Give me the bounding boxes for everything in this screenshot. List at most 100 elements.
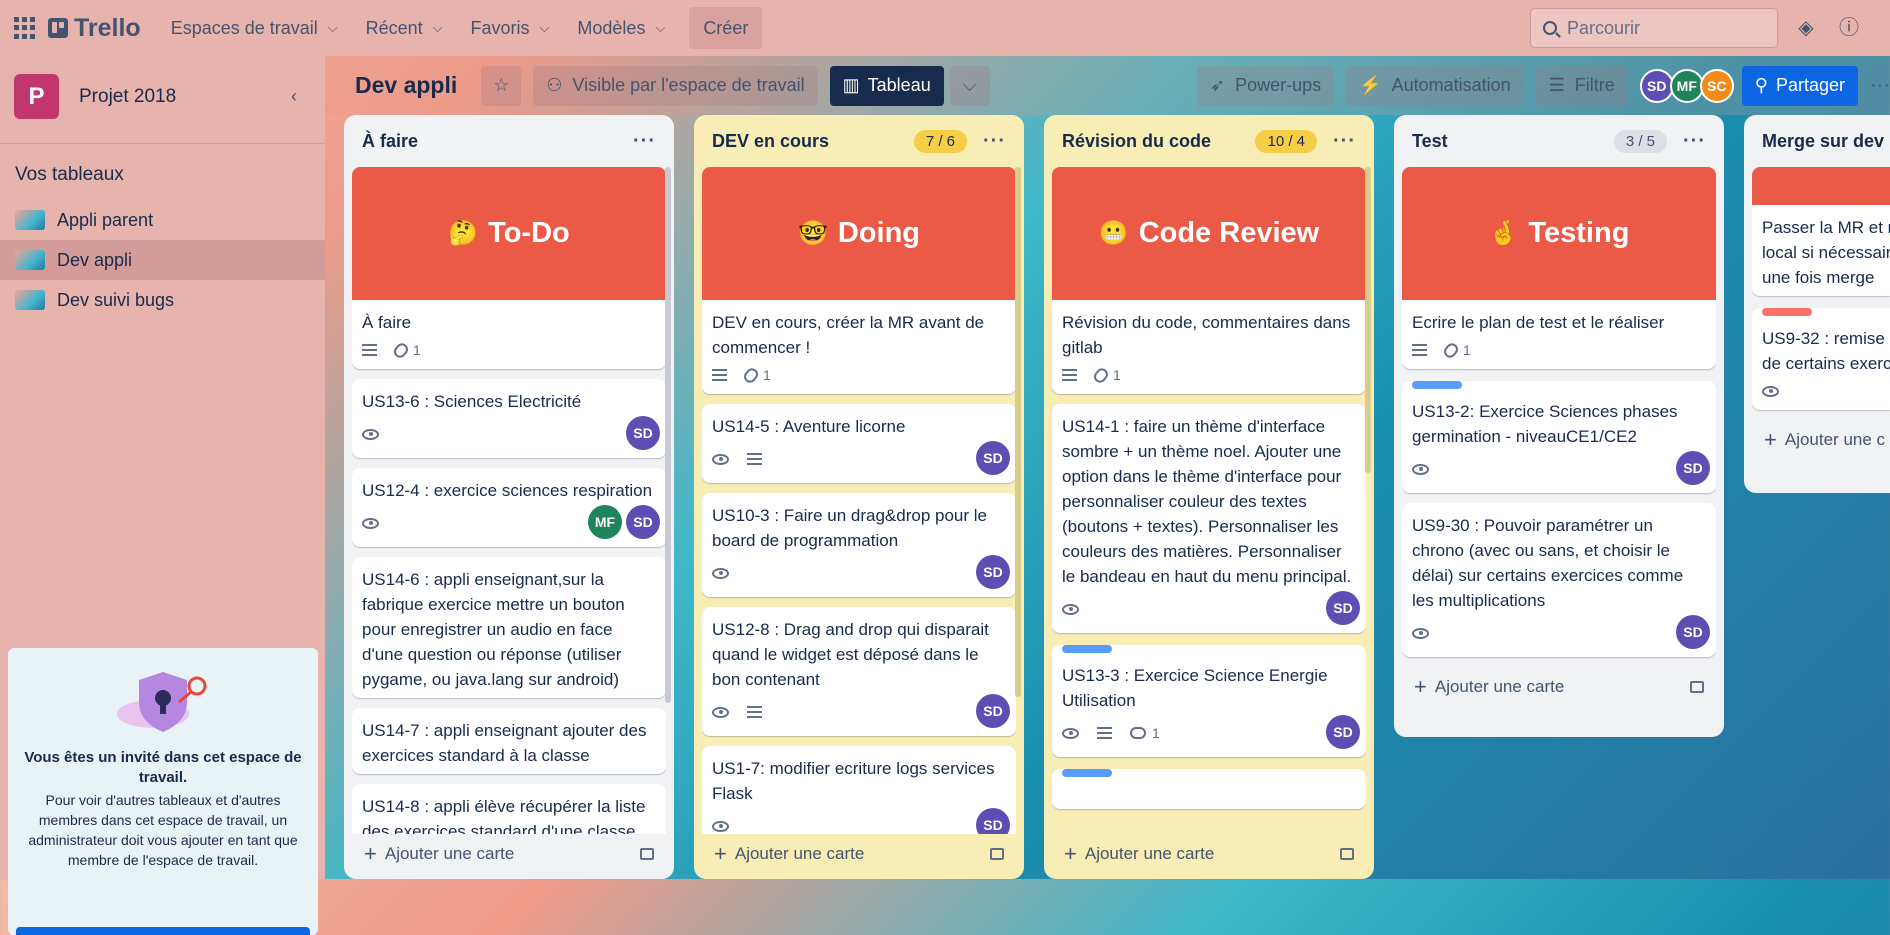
people-icon: ⚇ [546,75,563,95]
card[interactable]: 😬 Code Review Révision du code, commentai… [1052,167,1366,394]
avatar[interactable]: SD [626,416,660,450]
guest-notice-button[interactable] [16,927,310,935]
avatar[interactable]: MF [588,505,622,539]
avatar[interactable]: SD [976,441,1010,475]
card[interactable]: US12-4 : exercice sciences respiration M… [352,468,666,547]
sidebar-board-dev-suivi-bugs[interactable]: Dev suivi bugs [0,280,325,320]
board-thumbnail [15,250,45,270]
create-button[interactable]: Créer [689,7,763,49]
card-label[interactable] [1062,769,1112,777]
list-header[interactable]: DEV en cours 7 / 6 ··· [702,115,1016,167]
card-template-icon[interactable] [1340,848,1354,860]
card[interactable]: US13-2: Exercice Sciences phases germina… [1402,381,1716,493]
avatar[interactable]: SD [1326,715,1360,749]
card[interactable]: Passer la MR et r local si nécessair une… [1752,167,1890,296]
card[interactable]: 🤔 To-Do À faire 1 [352,167,666,369]
attachment-icon [391,340,411,360]
list-menu-icon[interactable]: ··· [633,130,656,153]
card[interactable]: US14-5 : Aventure licorne SD [702,404,1016,483]
workspace-header: P Projet 2018 ‹ [0,56,325,137]
scrollbar[interactable] [665,167,671,703]
card-container: 🤔 To-Do À faire 1 US13-6 : Sciences Elect… [352,167,666,834]
scrollbar[interactable] [1365,167,1371,473]
list-header[interactable]: Merge sur dev [1752,115,1890,167]
workspace-name[interactable]: Projet 2018 [79,86,176,108]
card[interactable] [1052,769,1366,809]
view-switcher-button[interactable]: ⌵ [949,65,990,106]
share-button[interactable]: ⚲ Partager [1741,65,1859,106]
description-icon [1097,724,1112,742]
card[interactable]: US12-8 : Drag and drop qui disparait qua… [702,607,1016,736]
card[interactable]: 🤞 Testing Ecrire le plan de test et le ré… [1402,167,1716,369]
add-card-button[interactable]: + Ajouter une carte [702,834,1016,874]
avatar[interactable]: SC [1699,68,1734,103]
plus-icon: + [1414,674,1427,699]
card-label[interactable] [1762,308,1812,316]
card-template-icon[interactable] [990,848,1004,860]
menu-recent[interactable]: Récent ⌵ [354,8,455,48]
card-template-icon[interactable] [640,848,654,860]
card[interactable]: US13-3 : Exercice Science Energie Utilis… [1052,645,1366,757]
sidebar: P Projet 2018 ‹ Vos tableaux Appli paren… [0,56,325,935]
card[interactable]: 🤓 Doing DEV en cours, créer la MR avant d… [702,167,1016,394]
avatar[interactable]: SD [1639,68,1674,103]
list-header[interactable]: À faire ··· [352,115,666,167]
card-label[interactable] [1412,381,1462,389]
search-input[interactable]: Parcourir [1530,8,1778,48]
card[interactable]: US14-7 : appli enseignant ajouter des ex… [352,708,666,774]
avatar[interactable]: SD [976,808,1010,834]
card-template-icon[interactable] [1690,681,1704,693]
card[interactable]: US14-6 : appli enseignant,sur la fabriqu… [352,557,666,698]
avatar[interactable]: MF [1669,68,1704,103]
add-person-icon: ⚲ [1754,75,1768,95]
avatar[interactable]: SD [976,694,1010,728]
card[interactable]: US14-8 : appli élève récupérer la liste … [352,784,666,834]
avatar[interactable]: SD [626,505,660,539]
card[interactable]: US9-30 : Pouvoir paramétrer un chrono (a… [1402,503,1716,657]
board-title[interactable]: Dev appli [355,72,457,99]
card[interactable]: US13-6 : Sciences Electricité SD [352,379,666,458]
automation-button[interactable]: ⚡ Automatisation [1346,65,1524,106]
card-container: Passer la MR et r local si nécessair une… [1752,167,1890,420]
card[interactable]: US9-32 : remise de certains exerc [1752,308,1890,410]
avatar[interactable]: SD [976,555,1010,589]
avatar[interactable]: SD [1676,451,1710,485]
trello-logo[interactable]: Trello [48,14,141,43]
menu-templates[interactable]: Modèles ⌵ [565,8,677,48]
visibility-button[interactable]: ⚇ Visible par l'espace de travail [533,65,818,106]
scrollbar[interactable] [1015,167,1021,697]
sidebar-board-dev-appli[interactable]: Dev appli [0,240,325,280]
app-switcher-icon[interactable] [14,17,36,39]
menu-starred[interactable]: Favoris ⌵ [459,8,562,48]
avatar[interactable]: SD [1326,591,1360,625]
add-card-button[interactable]: + Ajouter une carte [352,834,666,874]
workspace-avatar[interactable]: P [14,74,59,119]
list-header[interactable]: Test 3 / 5 ··· [1402,115,1716,167]
add-card-button[interactable]: + Ajouter une carte [1402,667,1716,707]
star-button[interactable]: ☆ [481,65,522,106]
menu-workspaces[interactable]: Espaces de travail ⌵ [159,8,350,48]
list-header[interactable]: Révision du code 10 / 4 ··· [1052,115,1366,167]
more-icon[interactable]: ··· [1870,74,1890,97]
help-icon[interactable]: ⓘ [1836,15,1862,41]
card-label[interactable] [1062,645,1112,653]
add-card-button[interactable]: + Ajouter une c [1752,420,1890,460]
avatar[interactable]: SD [1676,615,1710,649]
card[interactable]: US14-1 : faire un thème d'interface somb… [1052,404,1366,633]
list-menu-icon[interactable]: ··· [1683,130,1706,153]
board-thumbnail [15,210,45,230]
collapse-sidebar-icon[interactable]: ‹ [291,86,297,107]
card-cover: 🤔 To-Do [352,167,666,300]
view-board-button[interactable]: ▥ Tableau [829,65,944,106]
card[interactable]: US1-7: modifier ecriture logs services F… [702,746,1016,834]
sidebar-board-appli-parent[interactable]: Appli parent [0,200,325,240]
filter-button[interactable]: ☰ Filtre [1535,65,1628,106]
powerups-button[interactable]: ➶ Power-ups [1197,65,1335,106]
card[interactable]: US10-3 : Faire un drag&drop pour le boar… [702,493,1016,597]
plus-icon: + [364,841,377,866]
megaphone-icon[interactable]: ◈ [1793,15,1819,41]
list-menu-icon[interactable]: ··· [1333,130,1356,153]
filter-icon: ☰ [1548,75,1565,95]
list-menu-icon[interactable]: ··· [983,130,1006,153]
add-card-button[interactable]: + Ajouter une carte [1052,834,1366,874]
